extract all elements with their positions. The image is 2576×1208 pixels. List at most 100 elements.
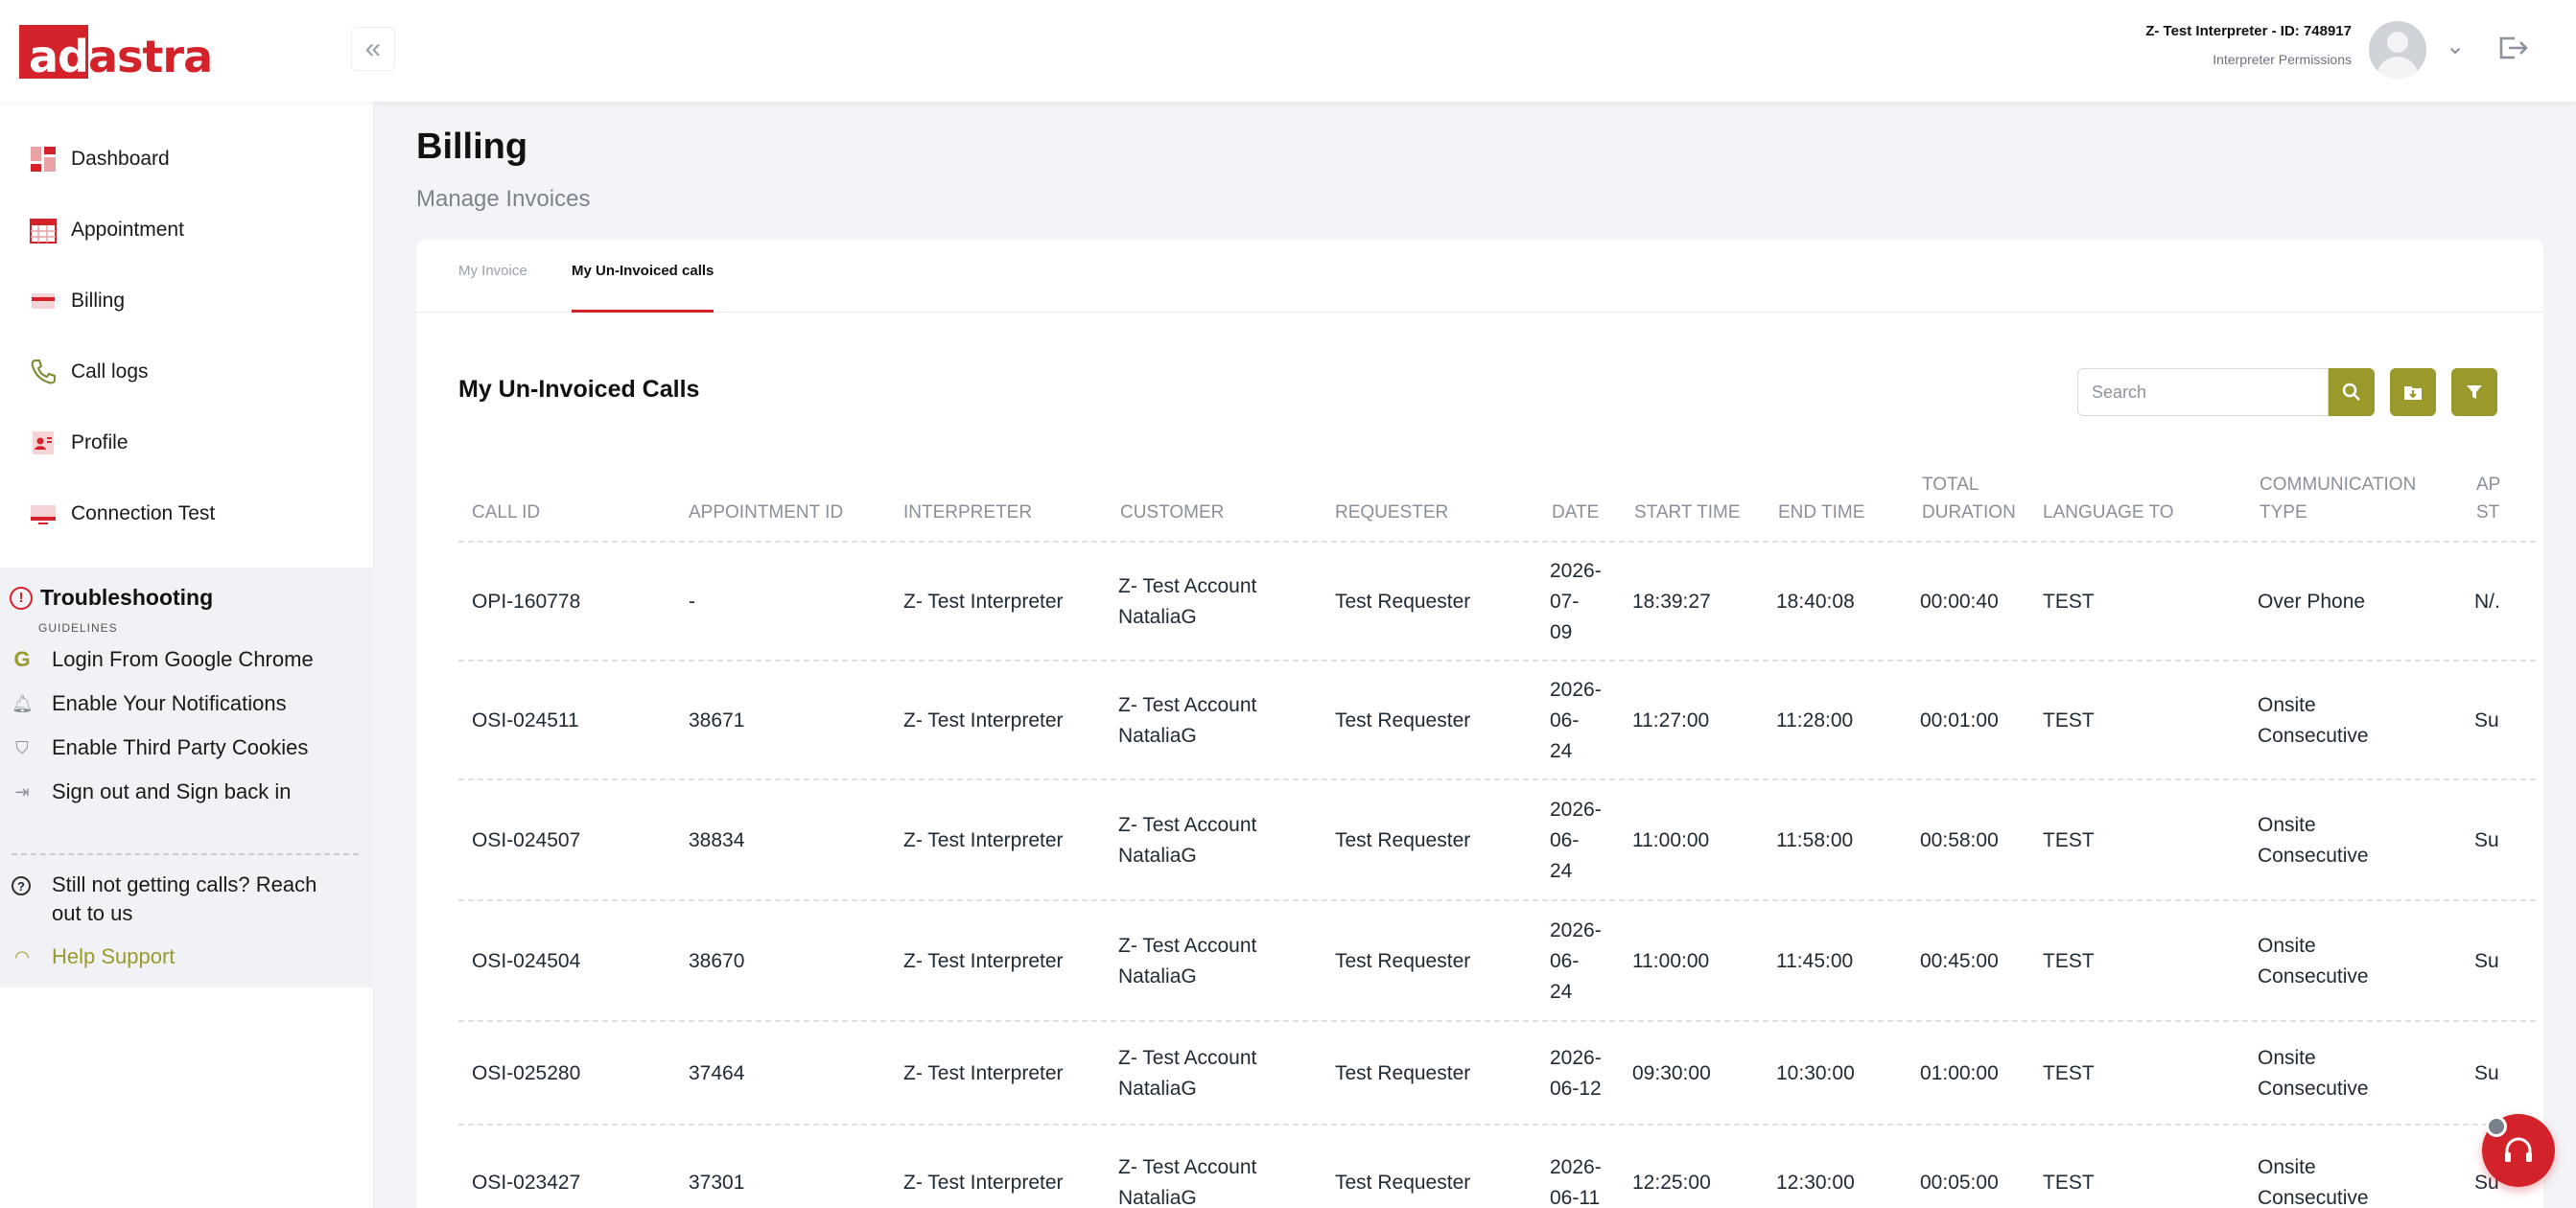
divider — [12, 853, 359, 855]
cell-customer: Z- Test Account — [1118, 935, 1257, 957]
chevron-down-icon[interactable]: ⌄ — [2446, 33, 2465, 60]
sidebar-item-appointment[interactable]: Appointment — [29, 213, 184, 247]
table-row[interactable]: OSI-024504 38670 Z- Test Interpreter Z- Tes… — [416, 901, 2543, 1022]
adastra-logo[interactable]: adastra — [19, 25, 213, 82]
cell-customer: NataliaG — [1118, 845, 1197, 867]
cell-call-id: OSI-023427 — [472, 1172, 581, 1194]
bell-icon: 🔔︎ — [12, 693, 34, 713]
headset-icon: ◠ — [14, 946, 30, 966]
guide-item-sign-out[interactable]: ⇥ Sign out and Sign back in — [12, 777, 292, 807]
column-header-line1[interactable]: AP — [2476, 471, 2500, 499]
sidebar: Dashboard Appointment Billing Call logs … — [0, 102, 374, 1208]
cell-language: TEST — [2043, 1172, 2095, 1194]
sidebar-item-label: Call logs — [71, 360, 149, 383]
help-support-label: Help Support — [52, 944, 176, 968]
cell-date: 24 — [1550, 860, 1573, 882]
table-row[interactable]: OPI-160778 - Z- Test Interpreter Z- Test Ac… — [416, 543, 2543, 662]
column-header-line2[interactable]: TYPE — [2260, 499, 2307, 526]
cell-date: 06-11 — [1550, 1187, 1601, 1208]
profile-icon — [33, 431, 54, 454]
cell-end: 11:45:00 — [1776, 950, 1854, 972]
collapse-sidebar-button[interactable]: « — [351, 27, 395, 71]
table-row[interactable]: OSI-023427 37301 Z- Test Interpreter Z- Tes… — [416, 1126, 2543, 1208]
cell-end: 12:30:00 — [1776, 1172, 1855, 1194]
cell-end: 11:58:00 — [1776, 829, 1854, 851]
cell-appointment-id: 37464 — [689, 1062, 745, 1084]
logout-icon: ⇥ — [14, 781, 30, 801]
table-row[interactable]: OSI-024511 38671 Z- Test Interpreter Z- Tes… — [416, 662, 2543, 780]
column-header-line2[interactable]: ST — [2476, 499, 2499, 526]
cell-start: 18:39:27 — [1632, 591, 1711, 613]
page-subtitle: Manage Invoices — [416, 186, 591, 212]
folder-download-icon — [2404, 386, 2422, 400]
column-header[interactable]: START TIME — [1634, 499, 1741, 526]
top-bar: adastra « Z- Test Interpreter - ID: 7489… — [0, 0, 2576, 102]
cell-date: 2026- — [1550, 919, 1602, 941]
column-header[interactable]: APPOINTMENT ID — [689, 499, 843, 526]
cell-status: Su — [2474, 1062, 2499, 1084]
guide-item-cookies[interactable]: ⛉ Enable Third Party Cookies — [12, 732, 308, 763]
cell-status: N/. — [2474, 591, 2500, 613]
troubleshooting-title: ! Troubleshooting — [10, 585, 213, 611]
avatar[interactable] — [2369, 21, 2426, 79]
column-header[interactable]: DATE — [1552, 499, 1599, 526]
sidebar-item-call-logs[interactable]: Call logs — [29, 355, 149, 389]
table-row[interactable]: OSI-025280 37464 Z- Test Interpreter Z- Tes… — [416, 1022, 2543, 1126]
cell-date: 2026- — [1550, 1156, 1602, 1178]
cell-language: TEST — [2043, 1062, 2095, 1084]
search-input[interactable] — [2077, 368, 2329, 416]
cell-comm: Onsite — [2258, 1047, 2316, 1069]
column-header[interactable]: END TIME — [1778, 499, 1864, 526]
column-header[interactable]: INTERPRETER — [903, 499, 1032, 526]
tab-my-invoice[interactable]: My Invoice — [458, 263, 527, 313]
column-header[interactable]: REQUESTER — [1335, 499, 1448, 526]
cell-date: 06-12 — [1550, 1078, 1602, 1100]
cell-status: Su — [2474, 709, 2499, 732]
sidebar-item-label: Connection Test — [71, 502, 216, 524]
cell-language: TEST — [2043, 591, 2095, 613]
filter-button[interactable] — [2451, 368, 2497, 416]
column-header-line1[interactable]: COMMUNICATION — [2260, 471, 2416, 499]
cell-interpreter: Z- Test Interpreter — [903, 950, 1064, 972]
guide-item-label: Sign out and Sign back in — [52, 779, 292, 803]
cell-duration: 00:05:00 — [1920, 1172, 1999, 1194]
cell-duration: 00:45:00 — [1920, 950, 1999, 972]
cell-customer: Z- Test Account — [1118, 1156, 1257, 1178]
sidebar-item-dashboard[interactable]: Dashboard — [29, 142, 170, 176]
column-header[interactable]: CALL ID — [472, 499, 540, 526]
cell-date: 2026- — [1550, 679, 1602, 701]
cell-call-id: OSI-024507 — [472, 829, 581, 851]
cell-comm: Over Phone — [2258, 591, 2366, 613]
column-header[interactable]: CUSTOMER — [1120, 499, 1224, 526]
guide-item-chrome[interactable]: G Login From Google Chrome — [12, 644, 313, 675]
cell-customer: Z- Test Account — [1118, 694, 1257, 716]
cell-customer: Z- Test Account — [1118, 1047, 1257, 1069]
cell-interpreter: Z- Test Interpreter — [903, 591, 1064, 613]
guide-item-notifications[interactable]: 🔔︎ Enable Your Notifications — [12, 688, 287, 719]
sidebar-item-connection-test[interactable]: Connection Test — [29, 497, 215, 531]
column-header-line1[interactable]: TOTAL — [1922, 471, 1979, 499]
cell-status: Su — [2474, 950, 2499, 972]
cell-duration: 00:00:40 — [1920, 591, 1999, 613]
sidebar-item-profile[interactable]: Profile — [29, 426, 129, 460]
cell-start: 09:30:00 — [1632, 1062, 1711, 1084]
monitor-icon — [31, 505, 56, 524]
table-row[interactable]: OSI-024507 38834 Z- Test Interpreter Z- Tes… — [416, 780, 2543, 901]
cell-start: 11:27:00 — [1632, 709, 1710, 732]
export-button[interactable] — [2390, 368, 2436, 416]
cell-requester: Test Requester — [1335, 1062, 1471, 1084]
logout-icon[interactable] — [2495, 31, 2530, 65]
cell-duration: 00:58:00 — [1920, 829, 1999, 851]
tab-my-un-invoiced-calls[interactable]: My Un-Invoiced calls — [572, 263, 714, 313]
search-button[interactable] — [2329, 368, 2375, 416]
cell-date: 06- — [1550, 950, 1580, 972]
cell-requester: Test Requester — [1335, 591, 1471, 613]
cell-date: 24 — [1550, 981, 1573, 1003]
search-icon — [2342, 383, 2360, 401]
help-support-link[interactable]: ◠ Help Support — [12, 941, 175, 972]
double-chevron-left-icon: « — [364, 33, 382, 64]
sidebar-item-billing[interactable]: Billing — [29, 284, 125, 318]
cell-appointment-id: 38834 — [689, 829, 745, 851]
column-header[interactable]: LANGUAGE TO — [2043, 499, 2174, 526]
column-header-line2[interactable]: DURATION — [1922, 499, 2016, 526]
